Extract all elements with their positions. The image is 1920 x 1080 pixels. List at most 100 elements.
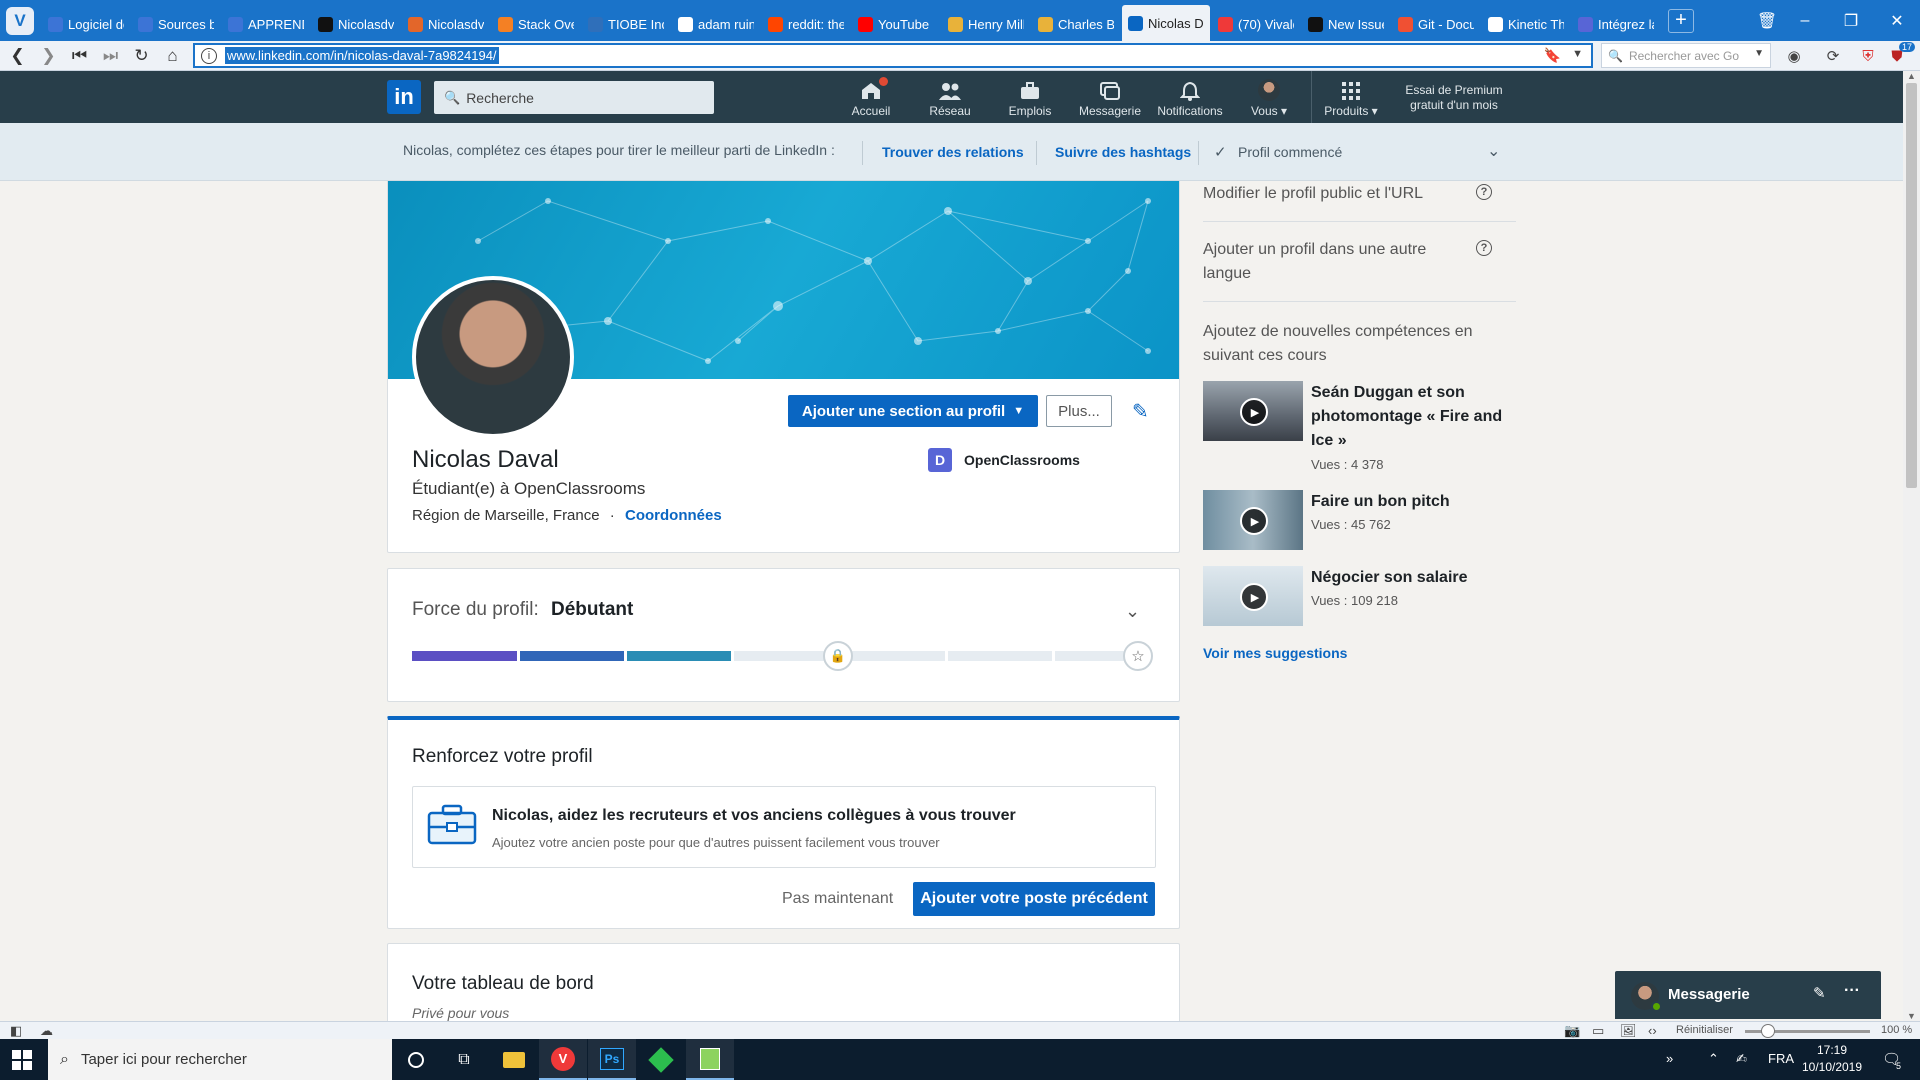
pen-icon[interactable]: ✍ — [1736, 1051, 1747, 1067]
edit-public-profile-link[interactable]: Modifier le profil public et l'URL — [1203, 182, 1503, 206]
add-previous-position-button[interactable]: Ajouter votre poste précédent — [913, 882, 1155, 916]
course-title[interactable]: Faire un bon pitch — [1311, 490, 1511, 514]
git-kraken-icon[interactable] — [637, 1039, 685, 1080]
browser-tab[interactable]: reddit: the — [762, 8, 850, 41]
more-options-icon[interactable]: ··· — [1844, 982, 1860, 1000]
browser-tab[interactable]: Intégrez la — [1572, 8, 1660, 41]
browser-tab[interactable]: (70) Vivald — [1212, 8, 1300, 41]
forward-button[interactable]: ❯ — [33, 42, 64, 70]
page-scrollbar[interactable]: ▲ ▼ — [1903, 71, 1920, 1021]
browser-tab[interactable]: Henry Mill — [942, 8, 1030, 41]
notepad-icon[interactable] — [686, 1039, 734, 1080]
sync-icon[interactable]: ⟳ — [1822, 45, 1844, 67]
panel-toggle-icon[interactable]: ◧ — [10, 1023, 22, 1039]
linkedin-logo[interactable]: in — [387, 80, 421, 114]
scroll-down-arrow[interactable]: ▼ — [1903, 1011, 1920, 1021]
search-engine-field[interactable]: 🔍 Rechercher avec Go ▼ — [1601, 43, 1771, 68]
zoom-reset-button[interactable]: Réinitialiser — [1676, 1024, 1733, 1036]
shield-icon[interactable]: ⛨ — [1857, 45, 1879, 67]
tiling-icon[interactable]: ▭ — [1592, 1023, 1604, 1039]
compose-icon[interactable]: ✎ — [1813, 984, 1826, 1002]
add-language-profile-link[interactable]: Ajouter un profil dans une autre langue — [1203, 238, 1453, 286]
browser-tab[interactable]: Charles Bu — [1032, 8, 1120, 41]
browser-tab[interactable]: Sources b — [132, 8, 220, 41]
back-button[interactable]: ❮ — [2, 42, 33, 70]
tray-overflow-icon[interactable]: » — [1666, 1051, 1673, 1066]
premium-trial-link[interactable]: Essai de Premium gratuit d'un mois — [1395, 83, 1513, 113]
messaging-bar[interactable]: Messagerie ✎ ··· — [1615, 971, 1881, 1019]
vivaldi-logo[interactable]: V — [6, 6, 34, 35]
help-icon[interactable]: ? — [1476, 240, 1492, 256]
edit-pencil-icon[interactable]: ✎ — [1132, 399, 1156, 423]
chevron-down-icon[interactable]: ⌄ — [1487, 141, 1500, 161]
nav-network[interactable]: Réseau — [924, 71, 976, 123]
nav-notifications[interactable]: Notifications — [1153, 71, 1227, 123]
scroll-up-arrow[interactable]: ▲ — [1903, 71, 1920, 81]
minimize-button[interactable]: – — [1782, 0, 1828, 41]
image-icon[interactable]: 🖼 — [1620, 1023, 1637, 1039]
help-icon[interactable]: ? — [1476, 184, 1492, 200]
course-item[interactable]: ▶ Négocier son salaire Vues : 109 218 — [1203, 566, 1516, 640]
url-field[interactable]: i www.linkedin.com/in/nicolas-daval-7a98… — [193, 43, 1593, 68]
browser-tab[interactable]: Nicolas Da — [1122, 5, 1210, 41]
see-suggestions-link[interactable]: Voir mes suggestions — [1203, 645, 1347, 661]
chevron-up-icon[interactable]: ⌃ — [1708, 1051, 1719, 1067]
url-dropdown-icon[interactable]: ▼ — [1572, 48, 1583, 60]
site-info-icon[interactable]: i — [201, 47, 217, 64]
camera-icon[interactable]: 📷 — [1564, 1023, 1580, 1039]
cortana-icon[interactable] — [392, 1039, 440, 1080]
chevron-down-icon[interactable]: ⌄ — [1125, 601, 1140, 622]
browser-tab[interactable]: Stack Over — [492, 8, 580, 41]
course-item[interactable]: ▶ Seán Duggan et son photomontage « Fire… — [1203, 381, 1516, 472]
course-title[interactable]: Négocier son salaire — [1311, 566, 1511, 590]
home-button[interactable]: ⌂ — [157, 42, 188, 70]
restore-button[interactable]: ❐ — [1828, 0, 1874, 41]
browser-tab[interactable]: Nicolasdvl — [312, 8, 400, 41]
task-view-icon[interactable]: ⧉ — [440, 1039, 488, 1080]
fast-forward-button[interactable]: ⏭ — [95, 42, 126, 70]
course-title[interactable]: Seán Duggan et son photomontage « Fire a… — [1311, 381, 1511, 453]
browser-tab[interactable]: YouTube — [852, 8, 940, 41]
browser-tab[interactable]: Nicolasdvl — [402, 8, 490, 41]
close-window-button[interactable]: ✕ — [1874, 0, 1920, 41]
vivaldi-taskbar-icon[interactable]: V — [539, 1039, 587, 1080]
contact-info-link[interactable]: Coordonnées — [625, 507, 722, 524]
search-dropdown-icon[interactable]: ▼ — [1754, 48, 1764, 59]
browser-tab[interactable]: New Issue — [1302, 8, 1390, 41]
add-profile-section-button[interactable]: Ajouter une section au profil ▼ — [788, 395, 1038, 427]
nav-products[interactable]: Produits ▾ — [1318, 71, 1384, 123]
cloud-icon[interactable]: ☁ — [40, 1023, 53, 1039]
input-language[interactable]: FRA — [1768, 1051, 1794, 1066]
nav-me[interactable]: Vous ▾ — [1244, 71, 1294, 123]
browser-tab[interactable]: Git - Docu — [1392, 8, 1480, 41]
taskbar-clock[interactable]: 17:19 10/10/2019 — [1797, 1042, 1867, 1076]
rewind-button[interactable]: ⏮ — [64, 42, 95, 70]
windows-start-icon[interactable] — [12, 1050, 32, 1070]
reload-button[interactable]: ↻ — [126, 42, 157, 70]
browser-tab[interactable]: APPRENDI — [222, 8, 310, 41]
nav-messaging[interactable]: Messagerie — [1076, 71, 1144, 123]
profile-icon[interactable]: ◉ — [1783, 45, 1805, 67]
profile-photo[interactable] — [412, 276, 574, 438]
scrollbar-thumb[interactable] — [1906, 83, 1917, 488]
code-icon[interactable]: ‹› — [1648, 1023, 1657, 1038]
course-item[interactable]: ▶ Faire un bon pitch Vues : 45 762 — [1203, 490, 1516, 564]
new-tab-button[interactable]: + — [1668, 8, 1694, 33]
browser-tab[interactable]: adam ruin — [672, 8, 760, 41]
photoshop-icon[interactable]: Ps — [588, 1039, 636, 1080]
file-explorer-icon[interactable] — [490, 1039, 538, 1080]
taskbar-search-input[interactable]: ⌕ Taper ici pour rechercher — [48, 1039, 392, 1080]
zoom-slider-handle[interactable] — [1761, 1024, 1775, 1038]
browser-tab[interactable]: TIOBE Inde — [582, 8, 670, 41]
not-now-button[interactable]: Pas maintenant — [782, 890, 893, 908]
browser-tab[interactable]: Kinetic The — [1482, 8, 1570, 41]
nav-home[interactable]: Accueil — [846, 71, 896, 123]
nav-jobs[interactable]: Emplois — [1004, 71, 1056, 123]
browser-tab[interactable]: Logiciel de — [42, 8, 130, 41]
follow-hashtags-link[interactable]: Suivre des hashtags — [1055, 144, 1191, 160]
school-link[interactable]: OpenClassrooms — [964, 452, 1080, 468]
linkedin-search-input[interactable]: 🔍 Recherche — [434, 81, 714, 114]
messaging-label[interactable]: Messagerie — [1668, 986, 1750, 1003]
bookmark-icon[interactable]: 🔖 — [1544, 47, 1561, 64]
more-button[interactable]: Plus... — [1046, 395, 1112, 427]
